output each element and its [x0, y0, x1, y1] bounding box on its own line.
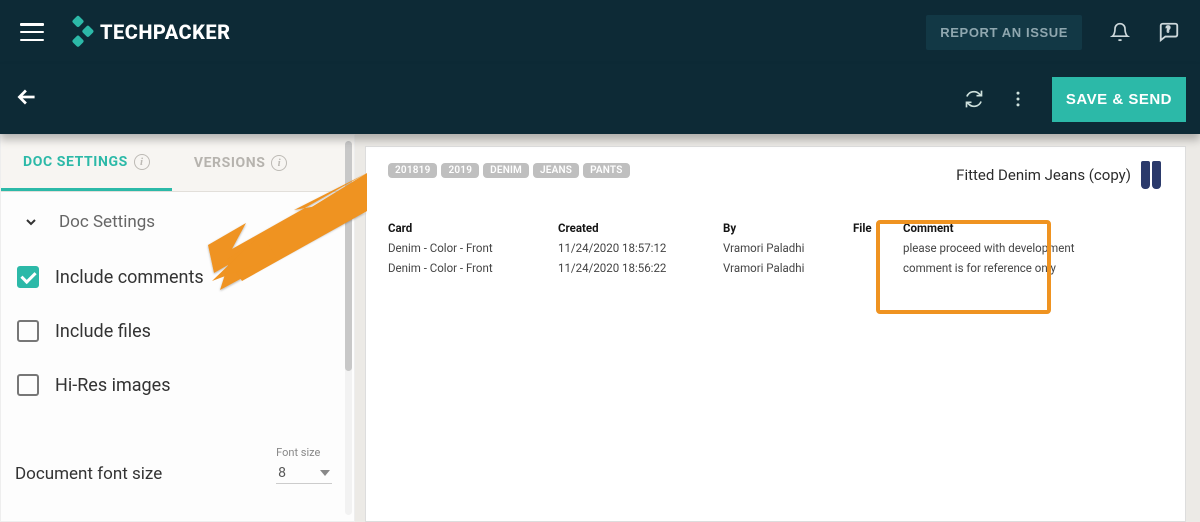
bell-icon[interactable]: [1110, 22, 1130, 42]
action-bar: SAVE & SEND: [0, 64, 1200, 134]
sync-icon[interactable]: [964, 89, 984, 109]
cell-comment: comment is for reference only: [903, 261, 1163, 275]
hires-images-row: Hi-Res images: [1, 362, 354, 408]
font-size-value: 8: [278, 465, 286, 481]
triangle-down-icon: [320, 470, 330, 476]
font-size-row: Document font size Font size 8: [1, 416, 354, 484]
document-preview: 201819 2019 DENIM JEANS PANTS Fitted Den…: [365, 146, 1186, 522]
jeans-thumbnail-icon: [1141, 161, 1163, 189]
side-panel: DOC SETTINGS i VERSIONS i Doc Settings I…: [0, 134, 355, 522]
table-row: Denim - Color - Front 11/24/2020 18:56:2…: [388, 258, 1163, 278]
section-title: Doc Settings: [59, 212, 155, 232]
brand-name: TECHPACKER: [100, 20, 231, 44]
info-icon[interactable]: i: [134, 154, 150, 170]
cell-by: Vramori Paladhi: [723, 241, 853, 255]
help-icon[interactable]: ?: [1158, 21, 1180, 43]
table-header-row: Card Created By File Comment: [388, 218, 1163, 238]
cell-by: Vramori Paladhi: [723, 261, 853, 275]
include-files-checkbox[interactable]: [17, 320, 39, 342]
include-comments-row: Include comments: [1, 254, 354, 300]
scrollbar-thumb[interactable]: [345, 141, 352, 371]
th-card: Card: [388, 221, 558, 235]
cell-file: [853, 261, 903, 275]
side-tabs: DOC SETTINGS i VERSIONS i: [1, 135, 354, 192]
table-row: Denim - Color - Front 11/24/2020 18:57:1…: [388, 238, 1163, 258]
chip: 201819: [388, 163, 437, 178]
more-options-icon[interactable]: [1008, 89, 1028, 109]
hires-images-label: Hi-Res images: [55, 375, 170, 396]
doc-settings-section-toggle[interactable]: Doc Settings: [1, 192, 354, 246]
font-size-caption: Font size: [276, 446, 332, 459]
info-icon[interactable]: i: [271, 155, 287, 171]
hires-images-checkbox[interactable]: [17, 374, 39, 396]
cell-created: 11/24/2020 18:56:22: [558, 261, 723, 275]
doc-title: Fitted Denim Jeans (copy): [956, 166, 1131, 184]
comments-table: Card Created By File Comment Denim - Col…: [388, 218, 1163, 278]
font-size-label: Document font size: [15, 464, 162, 484]
cell-comment: please proceed with development: [903, 241, 1163, 255]
chip: DENIM: [483, 163, 529, 178]
cell-file: [853, 241, 903, 255]
brand: TECHPACKER: [66, 20, 231, 44]
menu-button[interactable]: [20, 23, 44, 41]
include-comments-label: Include comments: [55, 267, 204, 288]
back-button[interactable]: [14, 84, 40, 114]
th-created: Created: [558, 221, 723, 235]
report-issue-button[interactable]: REPORT AN ISSUE: [926, 15, 1082, 50]
save-and-send-button[interactable]: SAVE & SEND: [1052, 77, 1186, 122]
chevron-down-icon: [23, 214, 39, 230]
font-size-select[interactable]: Font size 8: [276, 446, 332, 484]
doc-title-row: Fitted Denim Jeans (copy): [956, 161, 1163, 189]
svg-text:?: ?: [1166, 25, 1170, 35]
tab-versions[interactable]: VERSIONS i: [172, 135, 310, 191]
include-comments-checkbox[interactable]: [17, 266, 39, 288]
th-by: By: [723, 221, 853, 235]
chip: 2019: [441, 163, 479, 178]
workspace: DOC SETTINGS i VERSIONS i Doc Settings I…: [0, 134, 1200, 522]
th-file: File: [853, 221, 903, 235]
tab-versions-label: VERSIONS: [194, 155, 266, 171]
cell-card: Denim - Color - Front: [388, 261, 558, 275]
tab-doc-settings[interactable]: DOC SETTINGS i: [1, 135, 172, 191]
tab-doc-settings-label: DOC SETTINGS: [23, 154, 128, 170]
cell-card: Denim - Color - Front: [388, 241, 558, 255]
brand-logo-icon: [61, 15, 95, 49]
cell-created: 11/24/2020 18:57:12: [558, 241, 723, 255]
th-comment: Comment: [903, 221, 1163, 235]
include-files-row: Include files: [1, 308, 354, 354]
app-topbar: TECHPACKER REPORT AN ISSUE ?: [0, 0, 1200, 64]
chip: JEANS: [533, 163, 579, 178]
preview-area: 201819 2019 DENIM JEANS PANTS Fitted Den…: [355, 134, 1200, 522]
chip: PANTS: [583, 163, 629, 178]
include-files-label: Include files: [55, 321, 151, 342]
